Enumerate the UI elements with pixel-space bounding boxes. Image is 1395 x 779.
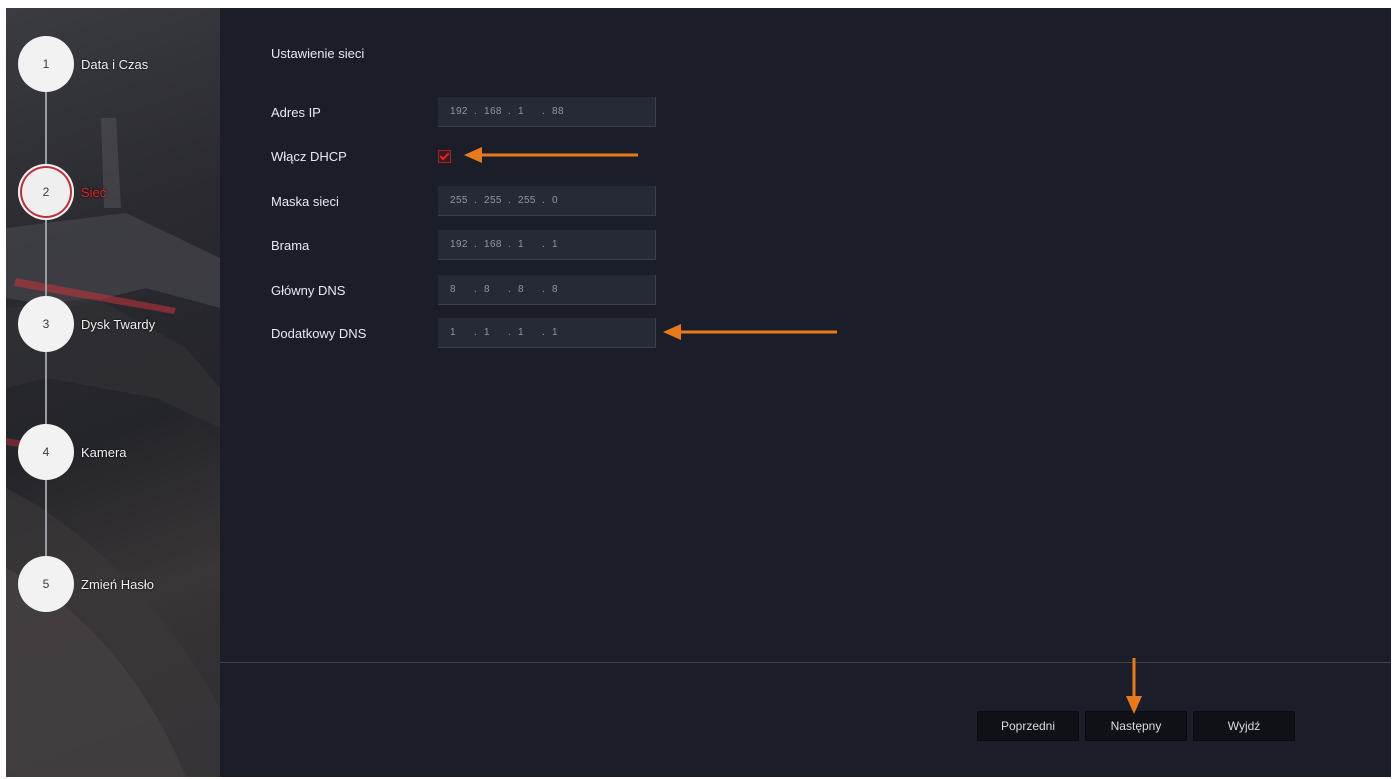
wizard-step-date-time[interactable]: 1 Data i Czas: [18, 36, 148, 92]
ip-octet[interactable]: 1: [518, 327, 542, 338]
step-label: Dysk Twardy: [81, 316, 156, 332]
ip-separator: .: [542, 327, 546, 338]
primary-dns-label: Główny DNS: [271, 282, 346, 298]
step-label: Zmień Hasło: [81, 576, 154, 592]
step-label: Data i Czas: [81, 56, 149, 72]
ip-octet[interactable]: 1: [518, 239, 542, 250]
ip-octet[interactable]: 168: [484, 106, 508, 117]
ip-octet[interactable]: 8: [450, 284, 474, 295]
ip-octet[interactable]: 255: [518, 195, 542, 206]
section-title: Ustawienie sieci: [271, 46, 365, 61]
ip-octet[interactable]: 255: [484, 195, 508, 206]
ip-separator: .: [508, 284, 512, 295]
secondary-dns-input[interactable]: 1. 1. 1. 1: [438, 318, 656, 348]
dhcp-checkbox[interactable]: [438, 149, 451, 163]
step-number-badge: 5: [18, 556, 74, 612]
wizard-step-change-password[interactable]: 5 Zmień Hasło: [18, 556, 154, 612]
step-number-badge: 4: [18, 424, 74, 480]
annotation-arrow-down-icon: [1126, 658, 1142, 714]
ip-separator: .: [542, 195, 546, 206]
wizard-step-network[interactable]: 2 Sieć: [18, 164, 106, 220]
subnet-mask-label: Maska sieci: [271, 193, 339, 209]
gateway-row: Brama 192. 168. 1. 1: [271, 230, 656, 260]
step-number-badge: 2: [18, 164, 74, 220]
footer-divider: [220, 662, 1391, 663]
ip-octet[interactable]: 1: [518, 106, 542, 117]
ip-separator: .: [474, 106, 478, 117]
step-number-badge: 1: [18, 36, 74, 92]
ip-octet[interactable]: 0: [552, 195, 576, 206]
ip-separator: .: [474, 239, 478, 250]
ip-separator: .: [508, 195, 512, 206]
ip-separator: .: [474, 284, 478, 295]
subnet-mask-input[interactable]: 255. 255. 255. 0: [438, 186, 656, 216]
step-number-badge: 3: [18, 296, 74, 352]
wizard-step-camera[interactable]: 4 Kamera: [18, 424, 127, 480]
annotation-arrow-left-icon: [464, 147, 638, 163]
primary-dns-row: Główny DNS 8. 8. 8. 8: [271, 275, 656, 305]
ip-separator: .: [542, 284, 546, 295]
exit-button[interactable]: Wyjdź: [1193, 711, 1295, 741]
dhcp-row: Włącz DHCP: [271, 141, 451, 171]
setup-wizard-window: 1 Data i Czas 2 Sieć 3 Dysk Twardy 4 Kam…: [6, 8, 1391, 777]
ip-octet[interactable]: 1: [552, 327, 576, 338]
sidebar-background-art: [6, 118, 220, 777]
ip-octet[interactable]: 192: [450, 106, 474, 117]
gateway-input[interactable]: 192. 168. 1. 1: [438, 230, 656, 260]
wizard-step-hard-disk[interactable]: 3 Dysk Twardy: [18, 296, 155, 352]
ip-octet[interactable]: 1: [450, 327, 474, 338]
ip-octet[interactable]: 8: [518, 284, 542, 295]
ip-octet[interactable]: 8: [484, 284, 508, 295]
ip-address-label: Adres IP: [271, 104, 321, 120]
ip-separator: .: [474, 195, 478, 206]
subnet-mask-row: Maska sieci 255. 255. 255. 0: [271, 186, 656, 216]
network-settings-panel: Ustawienie sieci Adres IP 192. 168. 1. 8…: [220, 8, 1391, 777]
dhcp-label: Włącz DHCP: [271, 148, 347, 164]
wizard-sidebar: 1 Data i Czas 2 Sieć 3 Dysk Twardy 4 Kam…: [6, 8, 220, 777]
ip-separator: .: [508, 327, 512, 338]
ip-address-row: Adres IP 192. 168. 1. 88: [271, 97, 656, 127]
ip-octet[interactable]: 88: [552, 106, 576, 117]
secondary-dns-row: Dodatkowy DNS 1. 1. 1. 1: [271, 318, 656, 348]
ip-separator: .: [542, 239, 546, 250]
primary-dns-input[interactable]: 8. 8. 8. 8: [438, 275, 656, 305]
previous-button[interactable]: Poprzedni: [977, 711, 1079, 741]
gateway-label: Brama: [271, 237, 310, 253]
ip-octet[interactable]: 255: [450, 195, 474, 206]
ip-octet[interactable]: 1: [552, 239, 576, 250]
ip-octet[interactable]: 192: [450, 239, 474, 250]
ip-separator: .: [542, 106, 546, 117]
step-label: Kamera: [81, 444, 127, 460]
ip-octet[interactable]: 8: [552, 284, 576, 295]
ip-separator: .: [474, 327, 478, 338]
ip-octet[interactable]: 1: [484, 327, 508, 338]
annotation-arrow-left-icon: [663, 324, 837, 340]
ip-separator: .: [508, 106, 512, 117]
ip-octet[interactable]: 168: [484, 239, 508, 250]
step-label: Sieć: [81, 184, 107, 200]
ip-address-input[interactable]: 192. 168. 1. 88: [438, 97, 656, 127]
ip-separator: .: [508, 239, 512, 250]
secondary-dns-label: Dodatkowy DNS: [271, 325, 367, 341]
